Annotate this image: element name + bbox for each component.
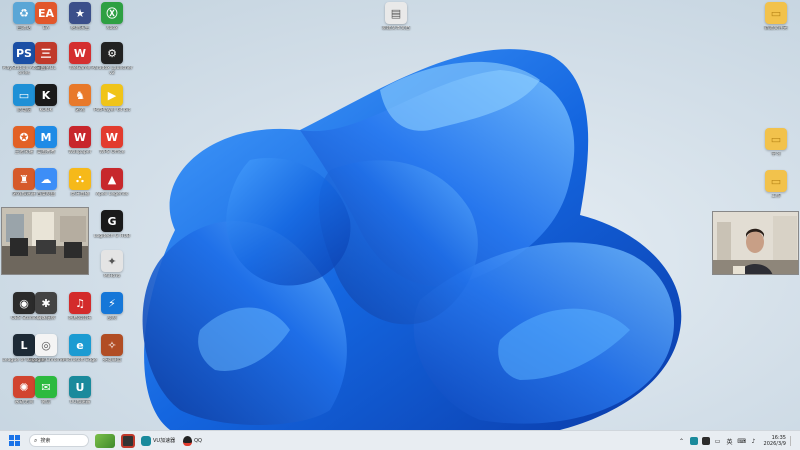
spider-icon: ✱ — [35, 292, 57, 314]
baidu-icon: ☁ — [35, 168, 57, 190]
mihoyo-icon: ✦ — [101, 250, 123, 272]
desktop-icon-label: Apex Legends — [95, 192, 129, 197]
xbox-icon: Ⓧ — [101, 2, 123, 24]
desktop-icon-label: 学习 — [771, 152, 781, 157]
start-button[interactable] — [5, 433, 23, 449]
desktop-icon-label: UU加速器 — [69, 400, 91, 405]
tray-app-icon-2[interactable] — [701, 437, 710, 445]
person-webcam-image — [713, 212, 798, 274]
desktop-icon-folder3[interactable]: ▭ 工作 — [756, 170, 796, 208]
steam2-icon: ✧ — [101, 334, 123, 356]
ea-icon: EA — [35, 2, 57, 24]
network-icon[interactable]: ▭ — [714, 437, 722, 445]
desktop-icon-apex[interactable]: ▲ Apex Legends — [92, 168, 132, 206]
chrome-icon: ◎ — [35, 334, 57, 356]
desktop-icon-label: 英雄联盟 — [102, 358, 122, 363]
tray-app-icon[interactable] — [689, 437, 698, 445]
desktop-icon-label: 工作 — [771, 194, 781, 199]
kook-icon: K — [35, 84, 57, 106]
potplayer-icon: ▶ — [101, 84, 123, 106]
vu-app-label: VU加速器 — [153, 438, 176, 444]
paradox-icon: ⚙ — [101, 42, 123, 64]
desktop-icon-label: Paradox Launcher v2 — [91, 66, 133, 77]
wallpaper-icon: W — [69, 126, 91, 148]
file-icon: ▤ — [385, 2, 407, 24]
folder3-icon: ▭ — [765, 170, 787, 192]
desktop-icon-label: Xbox — [106, 26, 118, 31]
desktop-icon-label: 战网 — [107, 316, 117, 321]
desktop-icon-uu[interactable]: U UU加速器 — [60, 376, 100, 414]
qq-penguin-icon — [183, 435, 193, 446]
desktop-icon-label: WPS Office — [99, 150, 125, 155]
apex-icon: ▲ — [101, 168, 123, 190]
desktop-icon-battlenet[interactable]: ⚡ 战网 — [92, 292, 132, 330]
taskbar-clock[interactable]: 16:35 2026/3/9 — [764, 435, 786, 447]
taskbar-qq-app[interactable]: QQ — [183, 433, 202, 449]
folder1-icon: ▭ — [765, 2, 787, 24]
desktop-icon-label: 新建文本文档 — [382, 26, 410, 31]
tiger-icon: ⛬ — [69, 168, 91, 190]
desktop-icon-wps[interactable]: W WPS Office — [92, 126, 132, 164]
search-placeholder: 搜索 — [40, 438, 51, 444]
desktop-icon-potplayer[interactable]: ▶ PotPlayer 64 bit — [92, 84, 132, 122]
logi-icon: G — [101, 210, 123, 232]
desktop-icon-label: 新建文件夹 — [764, 26, 788, 31]
edge-icon: e — [69, 334, 91, 356]
search-icon: ⌕ — [34, 436, 38, 444]
windows-logo-icon — [8, 435, 20, 446]
taskbar-vu-app[interactable]: VU加速器 — [141, 433, 175, 449]
pubg-icon: ★ — [69, 2, 91, 24]
battlenet-icon: ⚡ — [101, 292, 123, 314]
tray-lang[interactable]: 英 — [726, 437, 734, 446]
desktop-icon-xbox[interactable]: Ⓧ Xbox — [92, 2, 132, 40]
folder2-icon: ▭ — [765, 128, 787, 150]
clock-date: 2026/3/9 — [763, 441, 786, 447]
show-desktop-button[interactable] — [790, 436, 796, 446]
desktop-icon-label: PotPlayer 64 bit — [93, 108, 131, 113]
wechat-icon: ✉ — [35, 376, 57, 398]
game3-icon: ♞ — [69, 84, 91, 106]
desktop-icon-label: Logitech G HUB — [94, 234, 130, 239]
desktop-icon-folder1[interactable]: ▭ 新建文件夹 — [756, 2, 796, 40]
desktop-icon-mihoyo[interactable]: ✦ MiHoYo — [92, 250, 132, 288]
netease-icon: ♫ — [69, 292, 91, 314]
vu-app-icon — [141, 435, 151, 446]
taskbar-app-media[interactable] — [121, 433, 135, 448]
3k-icon: 三 — [35, 42, 57, 64]
desktop-icon-file[interactable]: ▤ 新建文本文档 — [376, 2, 416, 40]
desktop-icon-folder2[interactable]: ▭ 学习 — [756, 128, 796, 166]
taskbar: ⌕ 搜索 VU加速器 QQ ⌃ ▭ 英 ⌨ ♪ 16:35 2026/3/9 — [0, 430, 800, 450]
volume-icon[interactable]: ♪ — [750, 437, 758, 445]
system-tray: ⌃ ▭ 英 ⌨ ♪ 16:35 2026/3/9 — [674, 433, 796, 449]
taskbar-game-app[interactable] — [95, 433, 115, 448]
taskbar-search-box[interactable]: ⌕ 搜索 — [29, 434, 89, 447]
wps-icon: W — [101, 126, 123, 148]
keyboard-icon[interactable]: ⌨ — [737, 437, 746, 445]
wegame-icon: W — [69, 42, 91, 64]
desktop-icon-paradox[interactable]: ⚙ Paradox Launcher v2 — [91, 42, 133, 80]
qq-app-label: QQ — [194, 437, 202, 444]
desktop-icon-steam2[interactable]: ✧ 英雄联盟 — [92, 334, 132, 372]
desktop-icon-label: MiHoYo — [103, 274, 121, 279]
desktop-icon-logi[interactable]: G Logitech G HUB — [92, 210, 132, 248]
webcam-overlay-room — [1, 207, 89, 275]
meitu-icon: M — [35, 126, 57, 148]
uu-icon: U — [69, 376, 91, 398]
webcam-overlay-person — [712, 211, 799, 275]
room-scene-image — [2, 208, 88, 274]
chevron-up-icon[interactable]: ⌃ — [678, 437, 686, 445]
